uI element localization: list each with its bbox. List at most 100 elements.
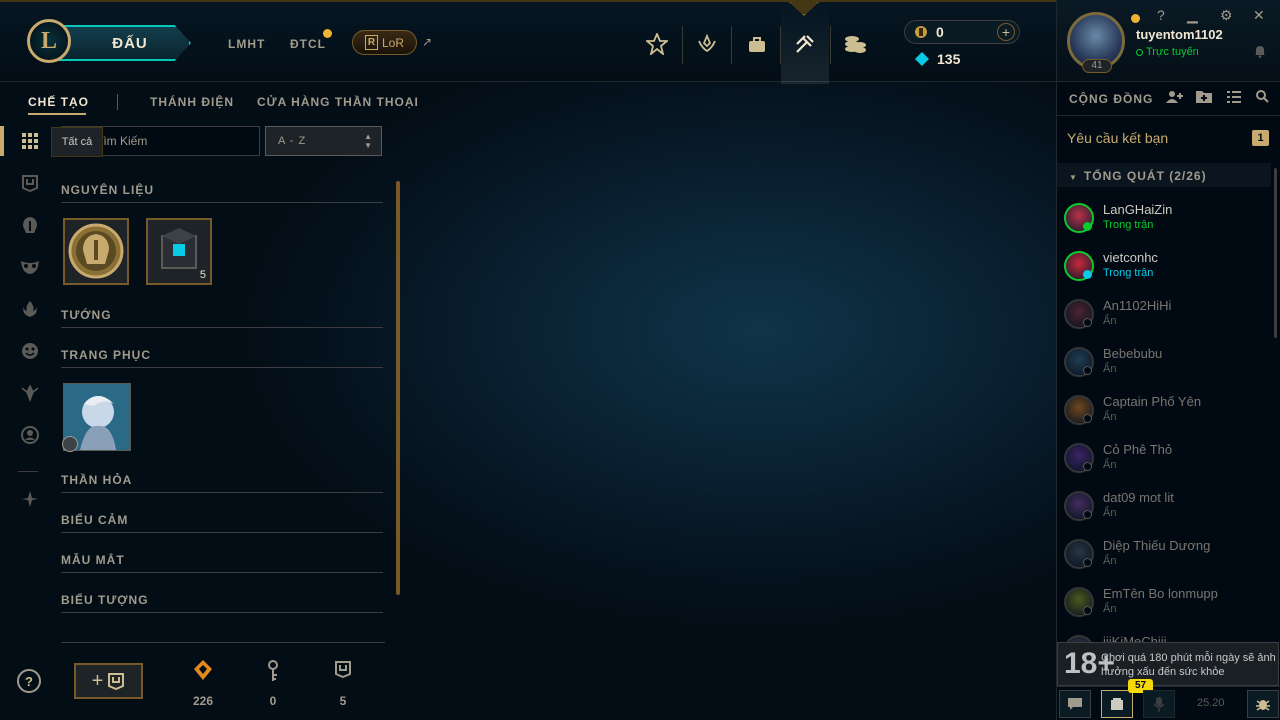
profile-header: 41 tuyentom1102 Trực tuyến ? ▁ ⚙ ✕: [1057, 0, 1280, 82]
friend-row[interactable]: EmTên Bo lonmupp Ẩn: [1057, 582, 1271, 630]
craft-key-button[interactable]: +: [74, 663, 143, 699]
online-status-icon: [1136, 49, 1143, 56]
mode-tft[interactable]: ĐTCL: [290, 37, 326, 51]
friend-status-icon: [1083, 414, 1092, 423]
friend-name: LanGHaiZin: [1103, 202, 1173, 217]
friend-row[interactable]: LanGHaiZin Trong trận: [1057, 198, 1271, 246]
keys-stat: 0: [253, 660, 293, 708]
section-materials: NGUYÊN LIỆU: [61, 183, 383, 203]
loot-scrollbar[interactable]: [396, 181, 400, 595]
store-icon[interactable]: [831, 22, 879, 66]
chests-stat: 5: [323, 660, 363, 708]
social-header: CỘNG ĐỒNG: [1057, 82, 1280, 116]
friend-row[interactable]: Diệp Thiếu Dương Ẩn: [1057, 534, 1271, 582]
friend-status-icon: [1083, 270, 1092, 279]
help-icon[interactable]: ?: [1157, 7, 1165, 23]
friend-status-icon: [1083, 366, 1092, 375]
chests-count: 5: [339, 694, 347, 708]
voice-mic-icon[interactable]: [1143, 690, 1175, 718]
playtime-warning: 18+ Chơi quá 180 phút mỗi ngày sẽ ảnh hư…: [1057, 642, 1279, 686]
notifications-button[interactable]: [1101, 690, 1133, 718]
collection-icon[interactable]: [733, 22, 781, 66]
chest-filter-icon[interactable]: [16, 169, 44, 197]
friend-status-icon: [1083, 510, 1092, 519]
skin-rarity-icon: [62, 436, 78, 452]
loot-icon[interactable]: [781, 22, 829, 66]
eye-filter-icon[interactable]: [16, 379, 44, 407]
profile-icon[interactable]: [683, 22, 731, 66]
section-champions: TƯỚNG: [61, 308, 383, 328]
friend-status-icon: [1083, 462, 1092, 471]
mythic-filter-icon[interactable]: [16, 485, 44, 513]
social-panel: 41 tuyentom1102 Trực tuyến ? ▁ ⚙ ✕ CỘNG …: [1056, 0, 1280, 720]
friend-requests[interactable]: Yêu cầu kết bạn: [1067, 130, 1168, 146]
tab-crafting[interactable]: CHẾ TẠO: [28, 95, 89, 109]
add-friend-icon[interactable]: [1166, 90, 1184, 108]
friend-group-header[interactable]: ▼ TỔNG QUÁT (2/26): [1057, 163, 1271, 187]
play-button[interactable]: ĐẤU: [55, 25, 191, 61]
sort-dropdown[interactable]: A - Z ▲ ▼: [265, 126, 382, 156]
orange-essence-icon: [183, 660, 223, 684]
social-scrollbar[interactable]: [1274, 168, 1277, 338]
client-version: 25.20: [1197, 697, 1225, 709]
add-folder-icon[interactable]: [1196, 90, 1212, 107]
close-icon[interactable]: ✕: [1253, 7, 1265, 24]
buy-rp-button[interactable]: +: [997, 23, 1015, 41]
search-icon[interactable]: [1256, 90, 1269, 107]
chest-count-icon: [323, 660, 363, 684]
tab-sanctum[interactable]: THÁNH ĐIỆN: [150, 95, 234, 109]
friend-name: dat09 mot lit: [1103, 490, 1174, 505]
key-icon: [253, 660, 293, 684]
friend-status: Ẩn: [1103, 507, 1117, 519]
friend-row[interactable]: Bebebubu Ẩn: [1057, 342, 1271, 390]
tft-notification-dot: [323, 29, 332, 38]
logo-letter: L: [40, 27, 57, 54]
friend-status: Ẩn: [1103, 459, 1117, 471]
item-count: 5: [199, 269, 206, 281]
chest-icon: [108, 673, 125, 690]
orange-essence-count: 226: [192, 694, 214, 708]
chat-icon[interactable]: [1059, 690, 1091, 718]
friend-name: Diệp Thiếu Dương: [1103, 538, 1211, 553]
username[interactable]: tuyentom1102: [1136, 27, 1223, 42]
online-status[interactable]: Trực tuyến: [1146, 46, 1199, 58]
friend-status: Ẩn: [1103, 603, 1117, 615]
notification-bell-icon[interactable]: [1253, 44, 1267, 61]
ward-filter-icon[interactable]: [16, 295, 44, 323]
play-button-label: ĐẤU: [112, 34, 148, 52]
friend-name: EmTên Bo lonmupp: [1103, 586, 1218, 601]
minimize-icon[interactable]: ▁: [1187, 7, 1198, 24]
friend-row[interactable]: An1102HiHi Ẩn: [1057, 294, 1271, 342]
league-logo-icon[interactable]: L: [27, 19, 71, 63]
help-button[interactable]: ?: [17, 669, 41, 693]
settings-gear-icon[interactable]: ⚙: [1220, 7, 1233, 24]
friend-row[interactable]: Captain Phố Yên Ẩn: [1057, 390, 1271, 438]
friend-status-icon: [1083, 606, 1092, 615]
emote-filter-icon[interactable]: [16, 337, 44, 365]
friend-row[interactable]: vietconhc Trong trận: [1057, 246, 1271, 294]
mode-lol[interactable]: LMHT: [228, 37, 265, 51]
bug-report-icon[interactable]: [1247, 690, 1279, 718]
social-title: CỘNG ĐỒNG: [1069, 92, 1154, 106]
skin-filter-icon[interactable]: [16, 253, 44, 281]
friend-name: Bebebubu: [1103, 346, 1163, 361]
tab-mythic-shop[interactable]: CỬA HÀNG THẦN THOẠI: [257, 95, 419, 109]
friend-row[interactable]: Cỏ Phê Thỏ Ẩn: [1057, 438, 1271, 486]
section-emotes: BIỂU CẢM: [61, 513, 383, 533]
caret-down-icon: ▼: [1069, 173, 1078, 182]
friend-name: Cỏ Phê Thỏ: [1103, 442, 1173, 457]
list-view-icon[interactable]: [1227, 90, 1241, 107]
client-window: L ĐẤU LMHT ĐTCL R LoR ↗ 0 + 135 CHẾ TẠO …: [0, 0, 1280, 720]
champion-filter-icon[interactable]: [16, 211, 44, 239]
champion-capsule-item[interactable]: [63, 218, 129, 285]
lor-button[interactable]: R LoR: [352, 30, 417, 55]
grid-all-icon[interactable]: [16, 127, 44, 155]
home-icon[interactable]: [633, 22, 681, 66]
key-fragment-chest-item[interactable]: 5: [146, 218, 212, 285]
icon-filter-icon[interactable]: [16, 421, 44, 449]
keys-count: 0: [269, 694, 277, 708]
friend-status: Trong trận: [1103, 219, 1154, 231]
top-bar: L ĐẤU LMHT ĐTCL R LoR ↗ 0 + 135: [0, 0, 1056, 84]
filter-tooltip: Tất cả: [51, 127, 103, 157]
friend-row[interactable]: dat09 mot lit Ẩn: [1057, 486, 1271, 534]
